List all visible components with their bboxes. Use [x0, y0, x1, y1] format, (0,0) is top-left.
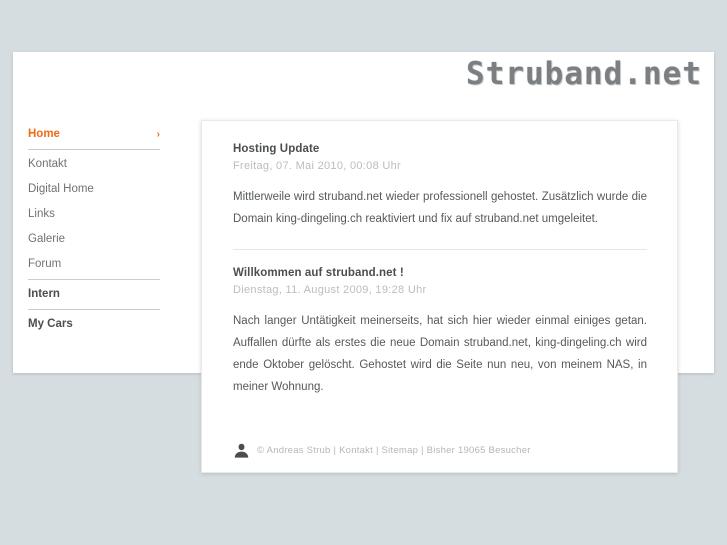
sidebar-item-label: Links	[28, 208, 55, 220]
sidebar-item-label: Intern	[28, 288, 60, 300]
sidebar-item-intern[interactable]: Intern	[28, 282, 160, 307]
chevron-right-icon: ›	[156, 129, 160, 140]
nav-divider	[28, 309, 160, 310]
site-header: Struband.net	[13, 52, 714, 97]
page-root: Struband.net Home › Kontakt Digital Home…	[0, 0, 727, 545]
site-footer: © Andreas Strub | Kontakt | Sitemap | Bi…	[233, 442, 531, 459]
article-date: Dienstag, 11. August 2009, 19:28 Uhr	[233, 284, 427, 296]
sidebar-item-label: Kontakt	[28, 158, 67, 170]
article-date: Freitag, 07. Mai 2010, 00:08 Uhr	[233, 160, 401, 172]
article-willkommen: Willkommen auf struband.net ! Dienstag, …	[233, 267, 647, 398]
article-body: Mittlerweile wird struband.net wieder pr…	[233, 191, 647, 225]
main-navigation: Home › Kontakt Digital Home Links Galeri…	[28, 122, 160, 337]
user-silhouette-icon	[234, 443, 249, 458]
sidebar-item-galerie[interactable]: Galerie	[28, 227, 160, 252]
sidebar-item-label: Galerie	[28, 233, 66, 245]
article-divider	[233, 249, 647, 250]
sidebar-item-my-cars[interactable]: My Cars	[28, 312, 160, 337]
sidebar-item-kontakt[interactable]: Kontakt	[28, 152, 160, 177]
article-title: Hosting Update	[233, 143, 320, 155]
sidebar-item-label: Forum	[28, 258, 62, 270]
sidebar-item-label: My Cars	[28, 318, 73, 330]
article-hosting-update: Hosting Update Freitag, 07. Mai 2010, 00…	[233, 143, 647, 230]
sidebar-item-digital-home[interactable]: Digital Home	[28, 177, 160, 202]
sidebar-item-forum[interactable]: Forum	[28, 252, 160, 277]
sidebar-item-home[interactable]: Home ›	[28, 122, 160, 147]
article-list: Hosting Update Freitag, 07. Mai 2010, 00…	[202, 121, 677, 398]
sidebar-item-label: Digital Home	[28, 183, 94, 195]
footer-text[interactable]: © Andreas Strub | Kontakt | Sitemap | Bi…	[257, 445, 531, 456]
site-logo[interactable]: Struband.net	[466, 56, 702, 92]
sidebar-item-label: Home	[28, 128, 60, 140]
nav-divider	[28, 149, 160, 150]
nav-divider	[28, 279, 160, 280]
content-panel: Hosting Update Freitag, 07. Mai 2010, 00…	[201, 120, 678, 473]
article-title: Willkommen auf struband.net !	[233, 267, 404, 279]
sidebar-item-links[interactable]: Links	[28, 202, 160, 227]
article-body: Nach langer Untätigkeit meinerseits, hat…	[233, 315, 647, 393]
